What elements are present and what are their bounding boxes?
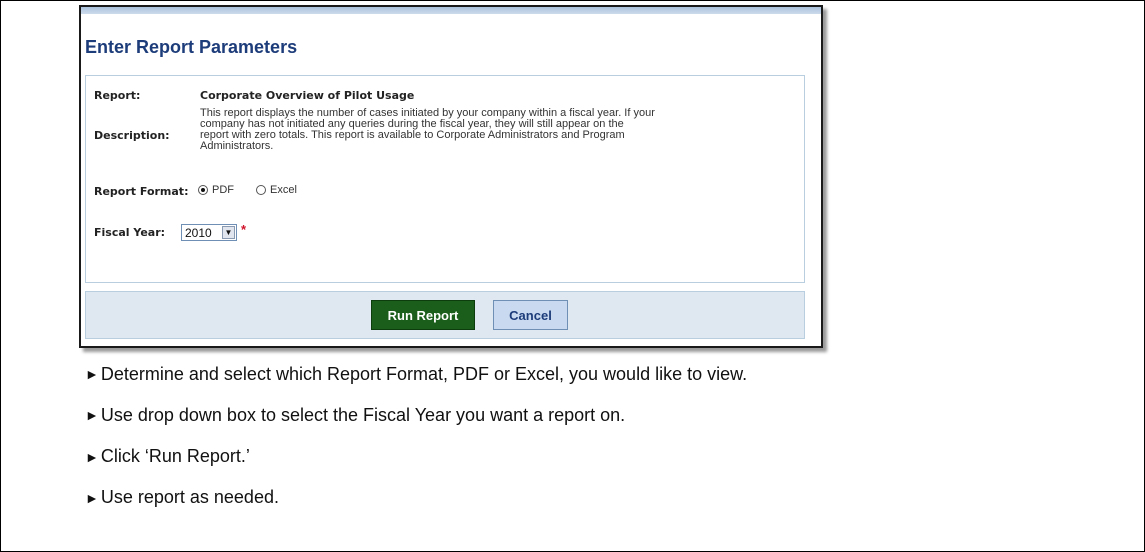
format-option-pdf[interactable]: PDF [198, 184, 234, 196]
chevron-down-icon[interactable]: ▼ [222, 226, 235, 239]
instruction-text: Click ‘Run Report.’ [100, 446, 250, 467]
description-line: Administrators. [200, 140, 274, 152]
instruction-list: ► Determine and select which Report Form… [85, 364, 747, 529]
instruction-text: Use report as needed. [100, 487, 279, 508]
pdf-option-label: PDF [212, 184, 234, 196]
window-top-bar [81, 7, 821, 14]
excel-radio-button[interactable] [256, 185, 266, 195]
fiscal-year-select[interactable]: 2010 ▼ [181, 224, 237, 241]
pdf-radio-button[interactable] [198, 185, 208, 195]
format-option-excel[interactable]: Excel [256, 184, 297, 196]
report-label: Report: [94, 89, 141, 102]
excel-option-label: Excel [270, 184, 297, 196]
instruction-text: Determine and select which Report Format… [100, 363, 748, 384]
cancel-button[interactable]: Cancel [493, 300, 568, 330]
report-name: Corporate Overview of Pilot Usage [200, 89, 415, 102]
fiscal-year-value: 2010 [185, 226, 212, 240]
page-frame: Enter Report Parameters Report: Corporat… [0, 0, 1145, 552]
action-bar: Run Report Cancel [85, 291, 805, 339]
required-asterisk: * [241, 222, 247, 237]
triangle-bullet-icon: ► [85, 366, 99, 382]
description-line: report with zero totals. This report is … [200, 129, 625, 141]
instruction-item: ► Use report as needed. [85, 487, 747, 508]
triangle-bullet-icon: ► [85, 448, 99, 465]
instruction-text: Use drop down box to select the Fiscal Y… [100, 404, 626, 425]
instruction-item: ► Click ‘Run Report.’ [85, 446, 747, 467]
fiscal-year-label: Fiscal Year: [94, 226, 166, 239]
report-format-label: Report Format: [94, 185, 189, 198]
triangle-bullet-icon: ► [85, 407, 99, 424]
triangle-bullet-icon: ► [85, 489, 99, 506]
instruction-item: ► Use drop down box to select the Fiscal… [85, 405, 747, 425]
parameters-panel: Report: Corporate Overview of Pilot Usag… [85, 75, 805, 283]
run-report-button[interactable]: Run Report [371, 300, 475, 330]
instruction-item: ► Determine and select which Report Form… [85, 364, 747, 384]
report-format-radio-group: PDF Excel [198, 184, 319, 196]
report-parameters-screenshot: Enter Report Parameters Report: Corporat… [79, 5, 823, 348]
description-text: This report displays the number of cases… [200, 108, 800, 152]
description-label: Description: [94, 129, 170, 142]
page-title: Enter Report Parameters [85, 37, 298, 57]
